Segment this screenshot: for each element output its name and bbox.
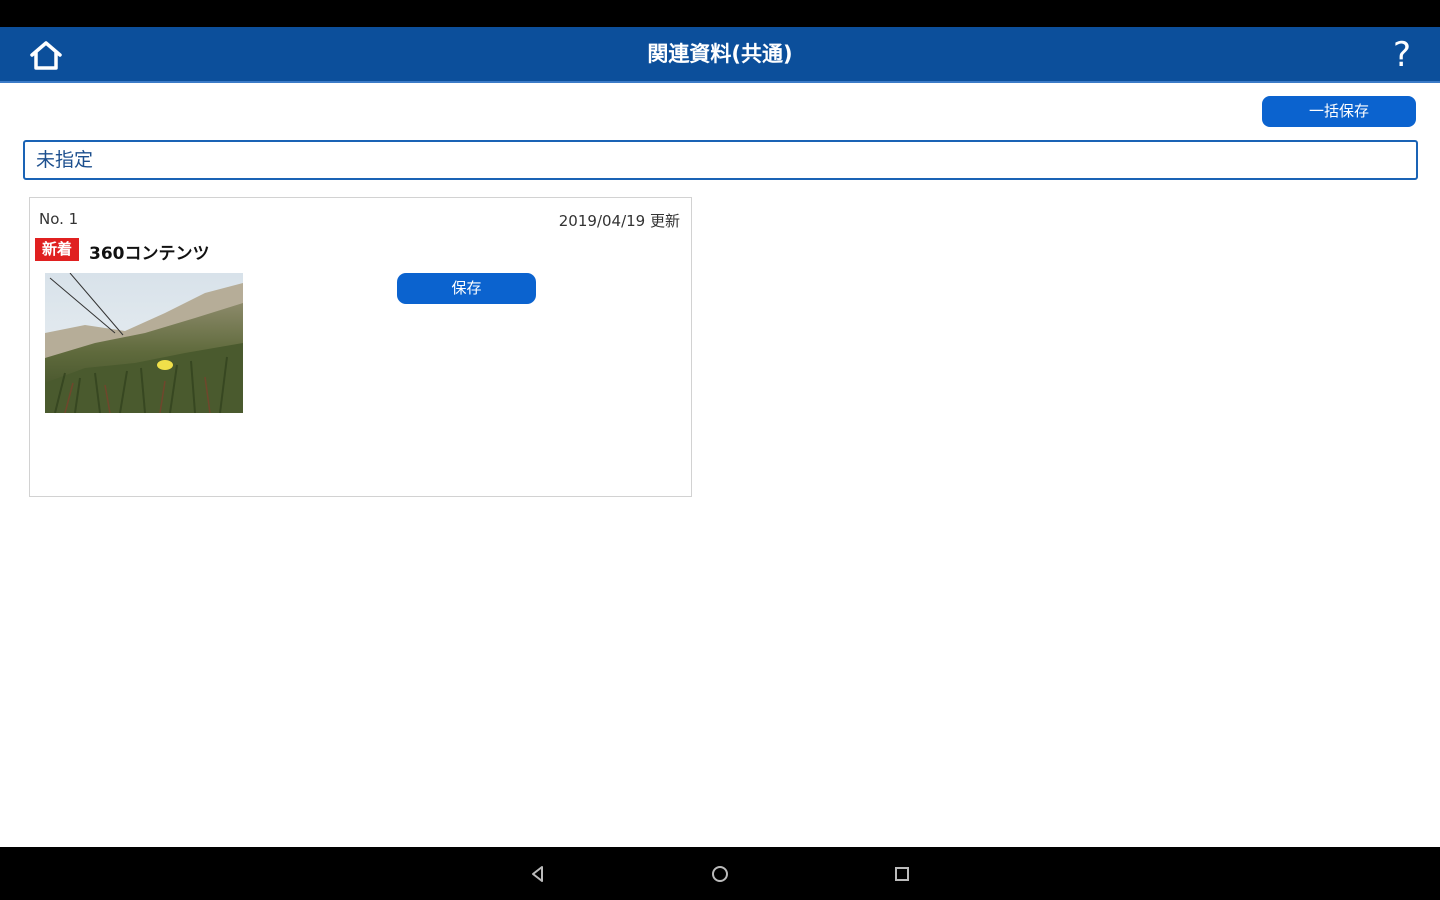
bulk-save-button[interactable]: 一括保存 [1262, 96, 1416, 127]
home-button[interactable] [24, 37, 68, 73]
content-card: No. 1 2019/04/19 更新 新着 360コンテンツ 保存 [29, 197, 692, 497]
system-nav-bar [0, 847, 1440, 900]
back-button[interactable] [518, 857, 558, 890]
new-badge: 新着 [35, 238, 79, 261]
updated-date: 2019/04/19 更新 [558, 212, 680, 230]
page-title: 関連資料(共通) [647, 42, 793, 66]
help-button[interactable]: ? [1382, 33, 1422, 77]
item-number: No. 1 [39, 210, 79, 228]
home-icon [30, 41, 62, 70]
recents-button[interactable] [882, 857, 922, 890]
status-bar [0, 0, 1440, 27]
grass-hillside-photo [45, 273, 243, 413]
back-triangle-icon [532, 865, 543, 882]
save-button[interactable]: 保存 [397, 273, 536, 304]
content-thumbnail[interactable] [45, 273, 243, 413]
home-circle-icon [712, 865, 728, 882]
nav-home-button[interactable] [700, 857, 740, 890]
recents-square-icon [895, 866, 909, 881]
content-title[interactable]: 360コンテンツ [89, 239, 210, 264]
app-header: 関連資料(共通) ? [0, 27, 1440, 83]
category-select[interactable]: 未指定 [23, 140, 1418, 180]
